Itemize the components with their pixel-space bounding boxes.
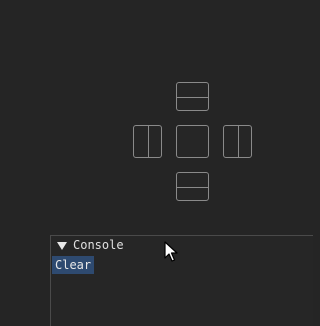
dock-target-top[interactable]	[176, 82, 209, 111]
console-title: Console	[73, 238, 124, 252]
dock-split-line	[177, 96, 208, 98]
dock-target-left[interactable]	[133, 125, 162, 158]
dock-split-line	[177, 186, 208, 188]
clear-button[interactable]: Clear	[52, 256, 94, 274]
dock-split-line	[237, 126, 239, 157]
dock-target-center[interactable]	[176, 125, 209, 158]
dock-target-right[interactable]	[223, 125, 252, 158]
dock-target-bottom[interactable]	[176, 172, 209, 201]
arrow-pointer-icon	[164, 241, 178, 262]
console-title-bar[interactable]: Console	[51, 236, 313, 255]
console-window[interactable]: Console Clear	[50, 235, 313, 326]
triangle-down-icon[interactable]	[57, 241, 67, 250]
dock-split-line	[147, 126, 149, 157]
